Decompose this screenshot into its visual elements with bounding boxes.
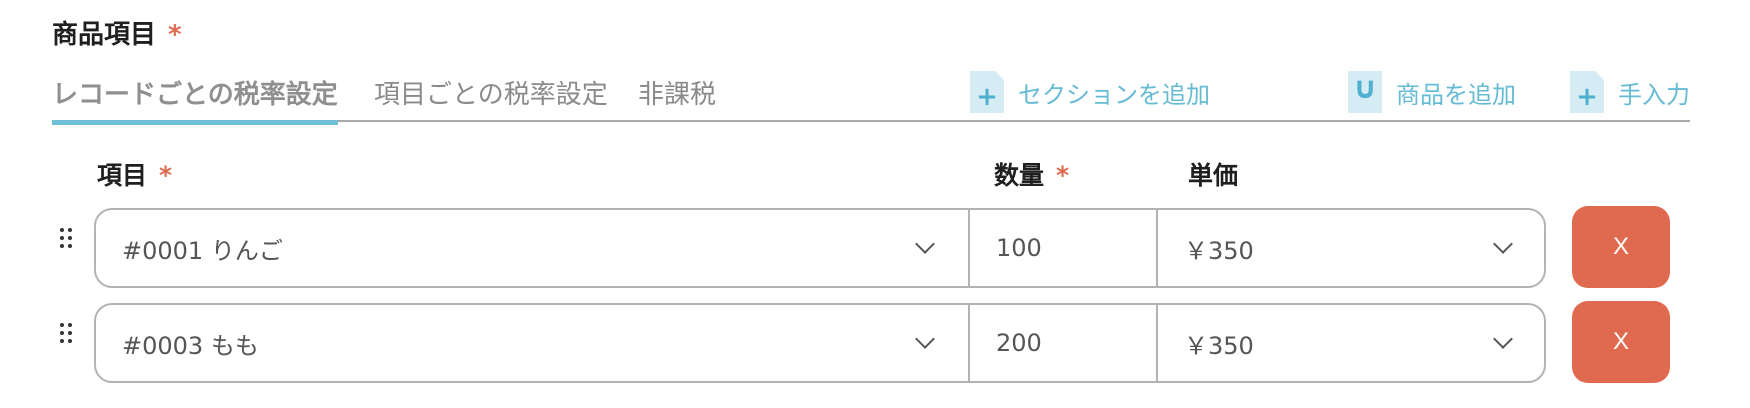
add-section-label: セクションを追加	[1018, 80, 1210, 109]
item-select-value: #0003 もも	[122, 331, 259, 360]
column-header-quantity: 数量 *	[994, 156, 1069, 192]
quantity-value: 100	[996, 234, 1042, 262]
add-document-icon: +	[970, 71, 1004, 113]
quantity-input[interactable]: 200	[968, 305, 1156, 381]
column-header-item: 項目 *	[97, 156, 172, 192]
section-title-text: 商品項目	[52, 20, 157, 50]
line-item-fields: #0003 もも 200 ￥350	[94, 303, 1546, 383]
line-item-row: #0001 りんご 100 ￥350 X	[60, 206, 1690, 288]
delete-row-button[interactable]: X	[1572, 301, 1670, 383]
manual-input-label: 手入力	[1618, 80, 1690, 109]
quantity-value: 200	[996, 329, 1042, 357]
column-header-unit-price: 単価	[1188, 156, 1238, 192]
add-document-icon: +	[1570, 71, 1604, 113]
drag-handle-icon[interactable]	[60, 228, 76, 252]
column-header-item-label: 項目	[97, 161, 148, 190]
item-select[interactable]: #0003 もも	[96, 305, 968, 381]
item-select-value: #0001 りんご	[122, 236, 283, 265]
tab-tax-exempt[interactable]: 非課税	[638, 74, 716, 111]
tab-record-tax-rate[interactable]: レコードごとの税率設定	[52, 74, 338, 125]
line-item-fields: #0001 りんご 100 ￥350	[94, 208, 1546, 288]
chevron-down-icon[interactable]	[1493, 234, 1513, 254]
line-item-row: #0003 もも 200 ￥350 X	[60, 301, 1690, 383]
chevron-down-icon[interactable]	[1493, 329, 1513, 349]
chevron-down-icon[interactable]	[915, 234, 935, 254]
column-header-unit-price-label: 単価	[1188, 161, 1239, 190]
required-mark: *	[159, 161, 173, 190]
column-header-quantity-label: 数量	[994, 161, 1045, 190]
unit-price-value: ￥350	[1184, 236, 1254, 265]
unit-price-select[interactable]: ￥350	[1156, 305, 1544, 381]
add-section-button[interactable]: + セクションを追加	[970, 70, 1210, 114]
delete-row-button[interactable]: X	[1572, 206, 1670, 288]
section-title: 商品項目 *	[52, 14, 182, 51]
quantity-input[interactable]: 100	[968, 210, 1156, 286]
add-product-button[interactable]: ∪ 商品を追加	[1348, 70, 1516, 114]
drag-handle-icon[interactable]	[60, 323, 76, 347]
unit-price-value: ￥350	[1184, 331, 1254, 360]
unit-price-select[interactable]: ￥350	[1156, 210, 1544, 286]
add-product-label: 商品を追加	[1396, 80, 1516, 109]
tax-mode-tabs: レコードごとの税率設定 項目ごとの税率設定 非課税 + セクションを追加 ∪ 商…	[52, 66, 1690, 125]
chevron-down-icon[interactable]	[915, 329, 935, 349]
tab-item-tax-rate[interactable]: 項目ごとの税率設定	[374, 74, 608, 111]
magnet-icon: ∪	[1348, 71, 1382, 113]
item-select[interactable]: #0001 りんご	[96, 210, 968, 286]
required-mark: *	[1056, 161, 1070, 190]
manual-input-button[interactable]: + 手入力	[1570, 70, 1690, 114]
required-mark: *	[168, 20, 182, 50]
